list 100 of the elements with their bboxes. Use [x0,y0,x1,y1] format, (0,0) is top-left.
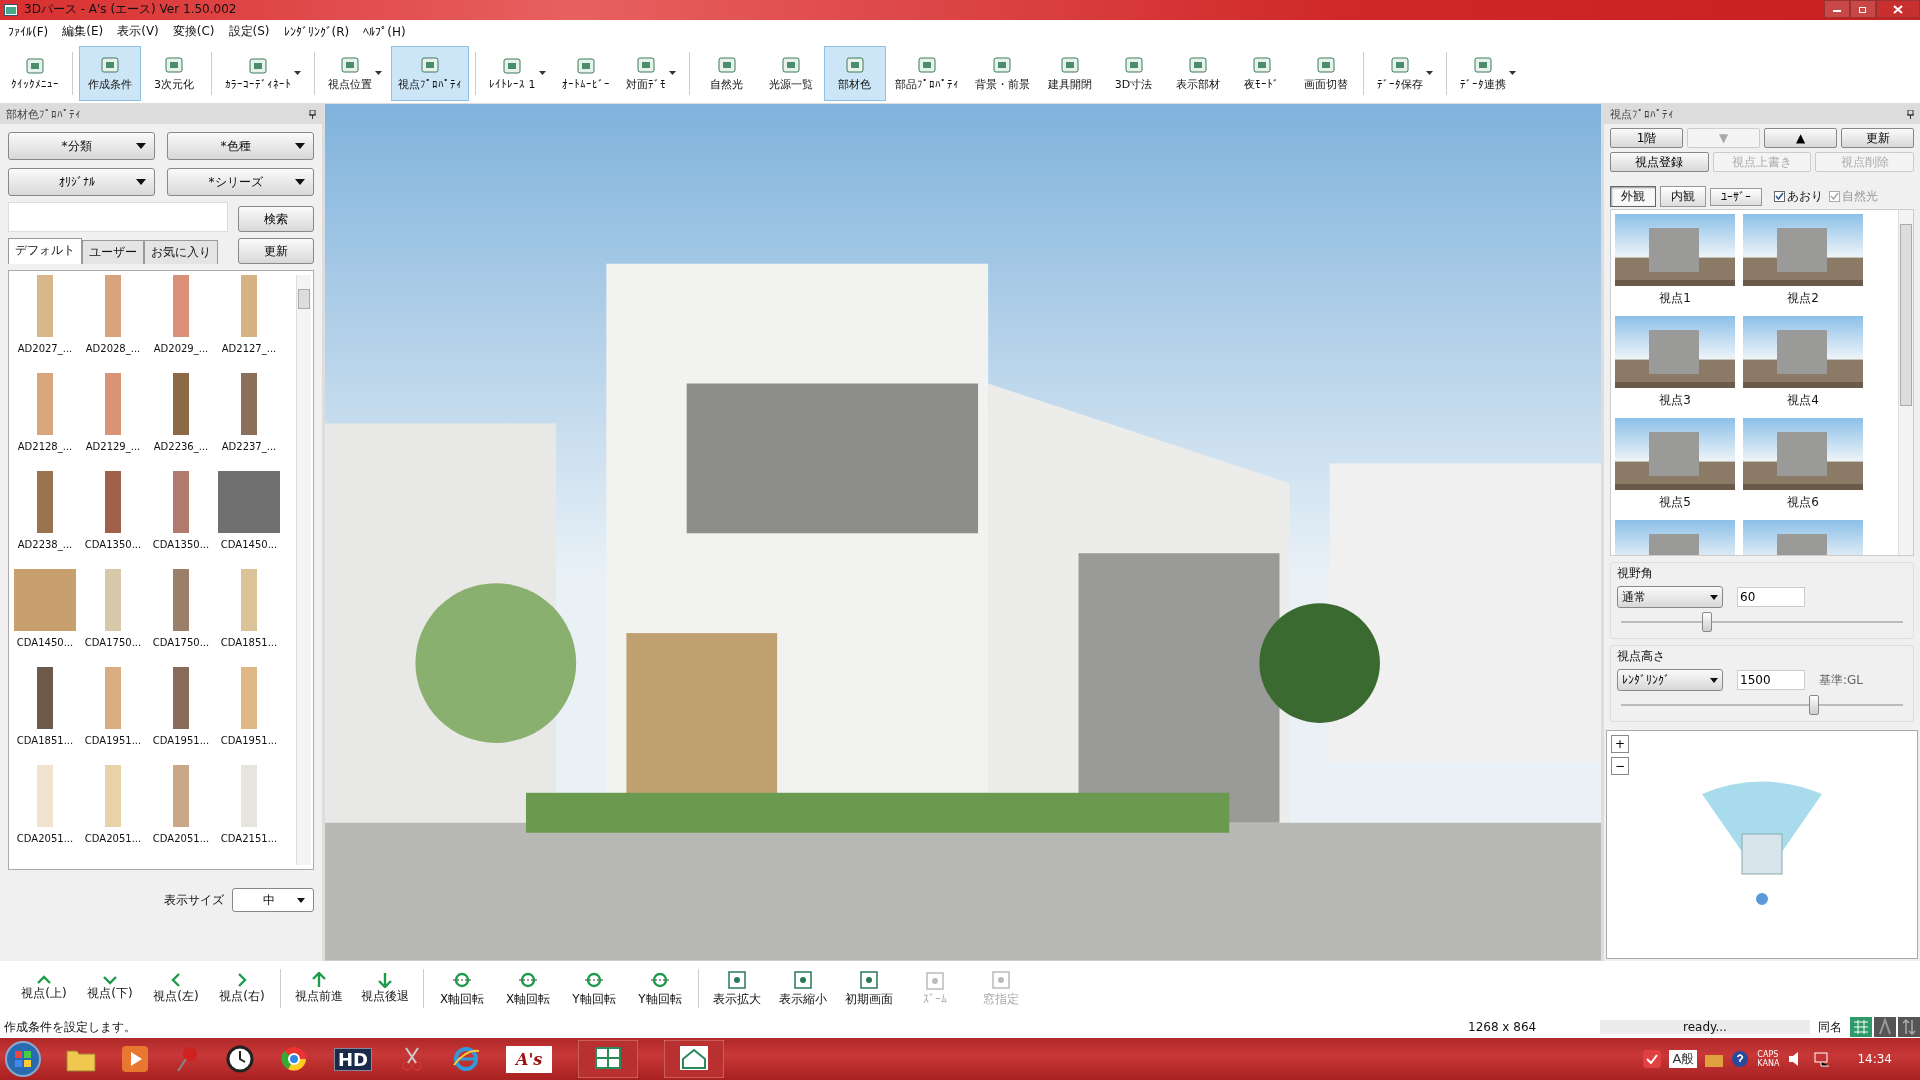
height-slider[interactable] [1621,695,1903,716]
minimize-button[interactable] [1824,0,1850,18]
dropdown-caret-icon[interactable] [538,71,546,76]
viewpoint-thumbnail[interactable] [1615,418,1735,491]
toolbar-button[interactable]: 建具開閉 [1038,45,1101,102]
restore-button[interactable] [1850,0,1876,18]
view-control-button[interactable]: 視点(上) [12,962,76,1015]
view-control-button[interactable]: 視点(右) [210,962,274,1015]
dropdown[interactable]: ｵﾘｼﾞﾅﾙ [8,168,155,197]
toolbar-button[interactable]: 夜ﾓｰﾄﾞ [1230,45,1293,102]
texture-swatch[interactable] [173,471,189,534]
toolbar-button[interactable]: ｶﾗｰｺｰﾃﾞｨﾈｰﾄ [218,45,308,102]
texture-swatch[interactable] [241,667,257,730]
toolbar-button[interactable]: 自然光 [695,45,758,102]
texture-swatch[interactable] [37,667,53,730]
toolbar-button[interactable]: ﾃﾞｰﾀ連携 [1452,45,1523,102]
toolbar-button[interactable]: 光源一覧 [759,45,822,102]
zoom-button[interactable]: − [1611,757,1629,776]
toolbar-button[interactable]: 画面切替 [1294,45,1357,102]
texture-swatch[interactable] [241,373,257,436]
dropdown-caret-icon[interactable] [1508,71,1516,76]
menu-item[interactable]: ﾚﾝﾀﾞﾘﾝｸﾞ(R) [283,24,350,39]
viewpoint-thumbnail[interactable] [1743,418,1863,491]
dropdown-caret-icon[interactable] [1425,71,1433,76]
toolbar-button[interactable]: 対面ﾃﾞﾓ [618,45,683,102]
menu-item[interactable]: 変換(C) [172,23,215,41]
grid-icon[interactable] [1850,1017,1872,1038]
toolbar-button[interactable]: 3次元化 [143,45,205,102]
start-button[interactable] [4,1040,42,1078]
pushpin-icon[interactable] [174,1045,200,1073]
checkbox-square-icon[interactable] [1774,191,1785,203]
view-tab[interactable]: 内観 [1660,186,1706,208]
panel-button[interactable]: 更新 [1841,128,1914,149]
menu-item[interactable]: ﾍﾙﾌﾟ(H) [363,24,406,39]
toolbar-button[interactable]: 3D寸法 [1102,45,1165,102]
view-control-button[interactable]: 視点(下) [78,962,142,1015]
toolbar-button[interactable]: 背景・前景 [967,45,1037,102]
clock[interactable]: 14:34 [1857,1052,1892,1066]
texture-swatch[interactable] [173,569,189,632]
toolbar-button[interactable]: ｸｲｯｸﾒﾆｭｰ [4,45,66,102]
texture-swatch[interactable] [241,569,257,632]
view-tab[interactable]: ﾕｰｻﾞｰ [1710,187,1762,206]
tab[interactable]: デフォルト [8,238,82,265]
view-control-button[interactable]: Y軸回転 [562,962,626,1015]
help-icon[interactable] [1731,1050,1750,1068]
view-control-button[interactable]: 表示縮小 [771,962,835,1015]
toolbar-button[interactable]: 視点位置 [321,45,389,102]
app-logo[interactable]: A's [506,1045,553,1073]
pin-icon[interactable] [1907,109,1914,119]
texture-swatch[interactable] [14,569,76,632]
toolbar-button[interactable]: 作成条件 [79,45,141,102]
texture-swatch[interactable] [37,765,53,828]
texture-swatch[interactable] [37,373,53,436]
view-control-button[interactable]: Y軸回転 [628,962,692,1015]
dropdown[interactable]: *分類 [8,132,155,161]
floor-plan-icon[interactable] [578,1040,639,1078]
tab[interactable]: ユーザー [82,240,144,265]
view-control-button[interactable]: 視点(左) [144,962,208,1015]
menu-item[interactable]: 編集(E) [62,23,104,41]
texture-swatch[interactable] [105,667,121,730]
size-dropdown[interactable]: 中 [232,888,314,913]
tab[interactable]: お気に入り [144,240,218,265]
texture-swatch[interactable] [105,471,121,534]
shield-icon[interactable] [1643,1050,1662,1068]
texture-swatch[interactable] [218,471,280,534]
view-tab[interactable]: 外観 [1610,186,1656,208]
view-control-button[interactable]: X軸回転 [496,962,560,1015]
house-icon[interactable] [664,1040,725,1078]
height-mode-dropdown[interactable]: ﾚﾝﾀﾞﾘﾝｸﾞ [1617,669,1723,692]
network-icon[interactable] [1813,1050,1832,1068]
fov-slider[interactable] [1621,612,1903,633]
texture-swatch[interactable] [37,471,53,534]
search-button[interactable]: 検索 [238,206,314,233]
texture-swatch[interactable] [241,765,257,828]
slider-thumb[interactable] [1701,612,1712,633]
view-control-button[interactable]: X軸回転 [430,962,494,1015]
toolbar-button[interactable]: 部品ﾌﾟﾛﾊﾟﾃｨ [887,45,966,102]
slider-thumb[interactable] [1808,695,1819,716]
zoom-button[interactable]: + [1611,735,1629,754]
texture-swatch[interactable] [105,569,121,632]
view-control-button[interactable]: 視点後退 [353,962,417,1015]
dropdown-caret-icon[interactable] [294,71,301,76]
toolbar-button[interactable]: ﾚｲﾄﾚｰｽ 1 [482,45,553,102]
view-control-button[interactable]: 初期画面 [837,962,901,1015]
viewpoint-thumbnail[interactable] [1615,316,1735,389]
toolbar-button[interactable]: ｵｰﾄﾑｰﾋﾞｰ [554,45,617,102]
texture-swatch[interactable] [105,765,121,828]
panel-button[interactable]: 1階 [1610,128,1683,149]
toolbar-button[interactable]: 部材色 [823,45,886,102]
scrollbar[interactable] [296,275,311,866]
panel-button[interactable]: ▲ [1764,128,1837,149]
dropdown[interactable]: *色種 [167,132,314,161]
viewpoint-thumbnail[interactable] [1743,316,1863,389]
texture-swatch[interactable] [241,275,257,338]
texture-swatch[interactable] [173,275,189,338]
menu-item[interactable]: 設定(S) [228,23,270,41]
clock-icon[interactable] [226,1045,254,1073]
browser-icon[interactable] [280,1045,308,1073]
refresh-button[interactable]: 更新 [238,238,314,265]
e-browser-icon[interactable] [452,1045,480,1073]
